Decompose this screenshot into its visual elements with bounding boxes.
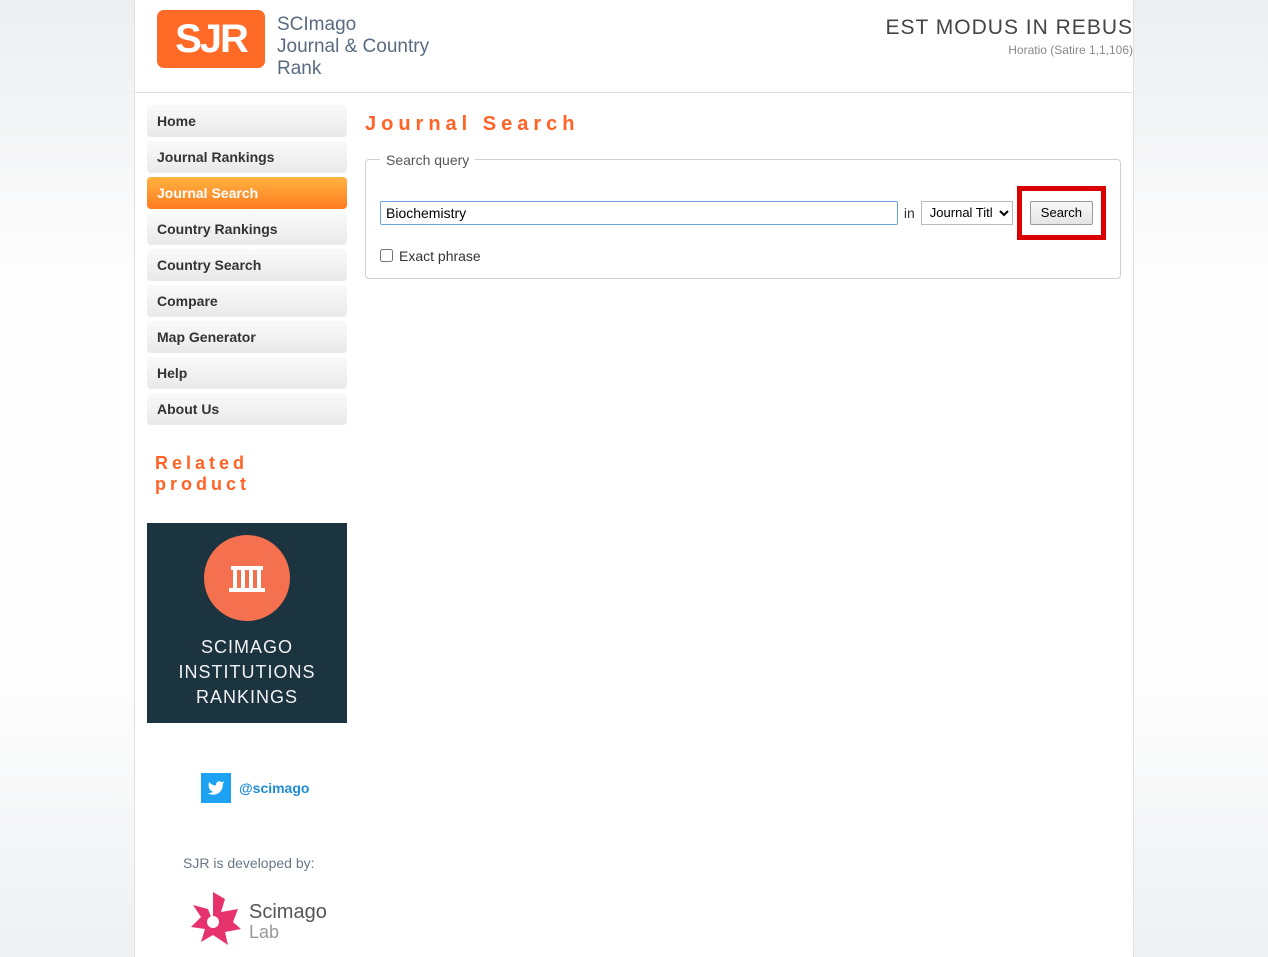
search-fieldset: Search query in Journal Title Search Exa… bbox=[365, 152, 1121, 279]
subtitle-line1: SCImago bbox=[277, 14, 429, 36]
nav-help[interactable]: Help bbox=[147, 357, 347, 389]
header-left: SJR SCImago Journal & Country Rank bbox=[135, 10, 429, 80]
header: SJR SCImago Journal & Country Rank EST M… bbox=[135, 0, 1133, 93]
scimago-lab-logo[interactable]: Scimago Lab bbox=[147, 887, 347, 957]
search-field-select[interactable]: Journal Title bbox=[921, 201, 1013, 225]
motto: EST MODUS IN REBUS bbox=[886, 16, 1133, 40]
lab-sub: Lab bbox=[249, 923, 327, 943]
logo-text: SJR bbox=[175, 17, 247, 62]
institution-icon bbox=[204, 535, 290, 621]
nav-map-generator[interactable]: Map Generator bbox=[147, 321, 347, 353]
motto-sub: Horatio (Satire 1,1,106) bbox=[886, 43, 1133, 57]
related-heading: Related product bbox=[147, 453, 347, 495]
related-product-box[interactable]: SCIMAGO INSTITUTIONS RANKINGS bbox=[147, 523, 347, 723]
main-content: Journal Search Search query in Journal T… bbox=[347, 93, 1133, 957]
twitter-icon bbox=[201, 773, 231, 803]
sjr-logo[interactable]: SJR bbox=[157, 10, 265, 68]
search-button-highlight: Search bbox=[1017, 186, 1106, 240]
subtitle-line3: Rank bbox=[277, 58, 429, 80]
logo-subtitle: SCImago Journal & Country Rank bbox=[277, 10, 429, 80]
nav-about-us[interactable]: About Us bbox=[147, 393, 347, 425]
twitter-handle: @scimago bbox=[239, 780, 309, 796]
in-label: in bbox=[904, 205, 915, 221]
nav-journal-rankings[interactable]: Journal Rankings bbox=[147, 141, 347, 173]
header-right: EST MODUS IN REBUS Horatio (Satire 1,1,1… bbox=[886, 10, 1133, 57]
nav-journal-search[interactable]: Journal Search bbox=[147, 177, 347, 209]
search-button[interactable]: Search bbox=[1030, 201, 1093, 225]
developed-by: SJR is developed by: bbox=[147, 855, 347, 871]
related-text: SCIMAGO INSTITUTIONS RANKINGS bbox=[179, 635, 316, 711]
twitter-link[interactable]: @scimago bbox=[147, 773, 347, 803]
subtitle-line2: Journal & Country bbox=[277, 36, 429, 58]
nav-compare[interactable]: Compare bbox=[147, 285, 347, 317]
search-input[interactable] bbox=[380, 201, 898, 225]
nav-country-search[interactable]: Country Search bbox=[147, 249, 347, 281]
related-line3: RANKINGS bbox=[179, 685, 316, 710]
related-line2: INSTITUTIONS bbox=[179, 660, 316, 685]
sidebar: Home Journal Rankings Journal Search Cou… bbox=[135, 93, 347, 957]
nav-country-rankings[interactable]: Country Rankings bbox=[147, 213, 347, 245]
lab-burst-icon bbox=[183, 887, 243, 957]
lab-name: Scimago bbox=[249, 901, 327, 923]
nav-home[interactable]: Home bbox=[147, 105, 347, 137]
search-legend: Search query bbox=[380, 152, 475, 168]
page-title: Journal Search bbox=[365, 113, 1121, 136]
exact-phrase-checkbox[interactable] bbox=[380, 249, 393, 262]
related-line1: SCIMAGO bbox=[179, 635, 316, 660]
exact-phrase-label: Exact phrase bbox=[399, 248, 481, 264]
